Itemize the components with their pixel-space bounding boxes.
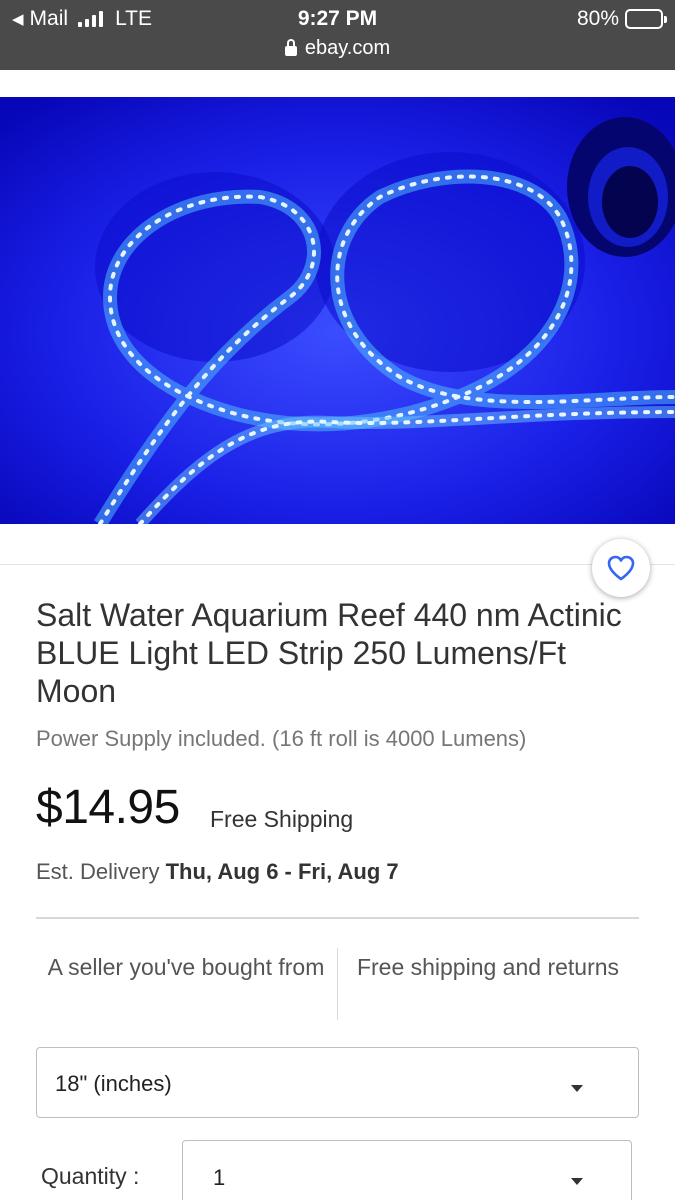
variant-select[interactable]: 18" (inches) — [36, 1047, 639, 1118]
chevron-down-icon — [571, 1178, 583, 1185]
delivery-prefix: Est. Delivery — [36, 859, 160, 884]
status-right: 80% — [576, 7, 667, 31]
status-time: 9:27 PM — [297, 7, 378, 30]
lock-icon — [284, 38, 297, 56]
url-text[interactable]: ebay.com — [305, 37, 390, 60]
section-divider — [36, 917, 639, 919]
led-strip-photo — [0, 97, 675, 524]
chevron-down-icon — [571, 1085, 583, 1092]
seller-badge: A seller you've bought from — [47, 954, 325, 980]
shipping-label: Free Shipping — [210, 806, 354, 832]
watch-button[interactable] — [592, 539, 650, 597]
address-bar[interactable]: ebay.com — [0, 37, 675, 60]
image-divider — [0, 564, 675, 565]
free-shipping-badge: Free shipping and returns — [356, 954, 620, 980]
quantity-value: 1 — [213, 1165, 226, 1190]
product-image[interactable] — [0, 97, 675, 524]
product-subtitle: Power Supply included. (16 ft roll is 40… — [36, 726, 527, 751]
battery-icon — [625, 9, 667, 29]
product-title: Salt Water Aquarium Reef 440 nm Actinic … — [36, 597, 622, 709]
quantity-label: Quantity : — [41, 1163, 140, 1189]
status-bar: ◀ Mail LTE 9:27 PM ebay.com 80% — [0, 0, 675, 70]
variant-value: 18" (inches) — [55, 1071, 172, 1096]
quantity-select[interactable]: 1 — [182, 1140, 632, 1200]
product-price: $14.95 — [36, 781, 180, 834]
battery-percent: 80% — [576, 7, 619, 30]
heart-icon — [607, 555, 635, 581]
delivery-estimate: Est. Delivery Thu, Aug 6 - Fri, Aug 7 — [36, 859, 399, 885]
delivery-dates: Thu, Aug 6 - Fri, Aug 7 — [165, 859, 399, 884]
